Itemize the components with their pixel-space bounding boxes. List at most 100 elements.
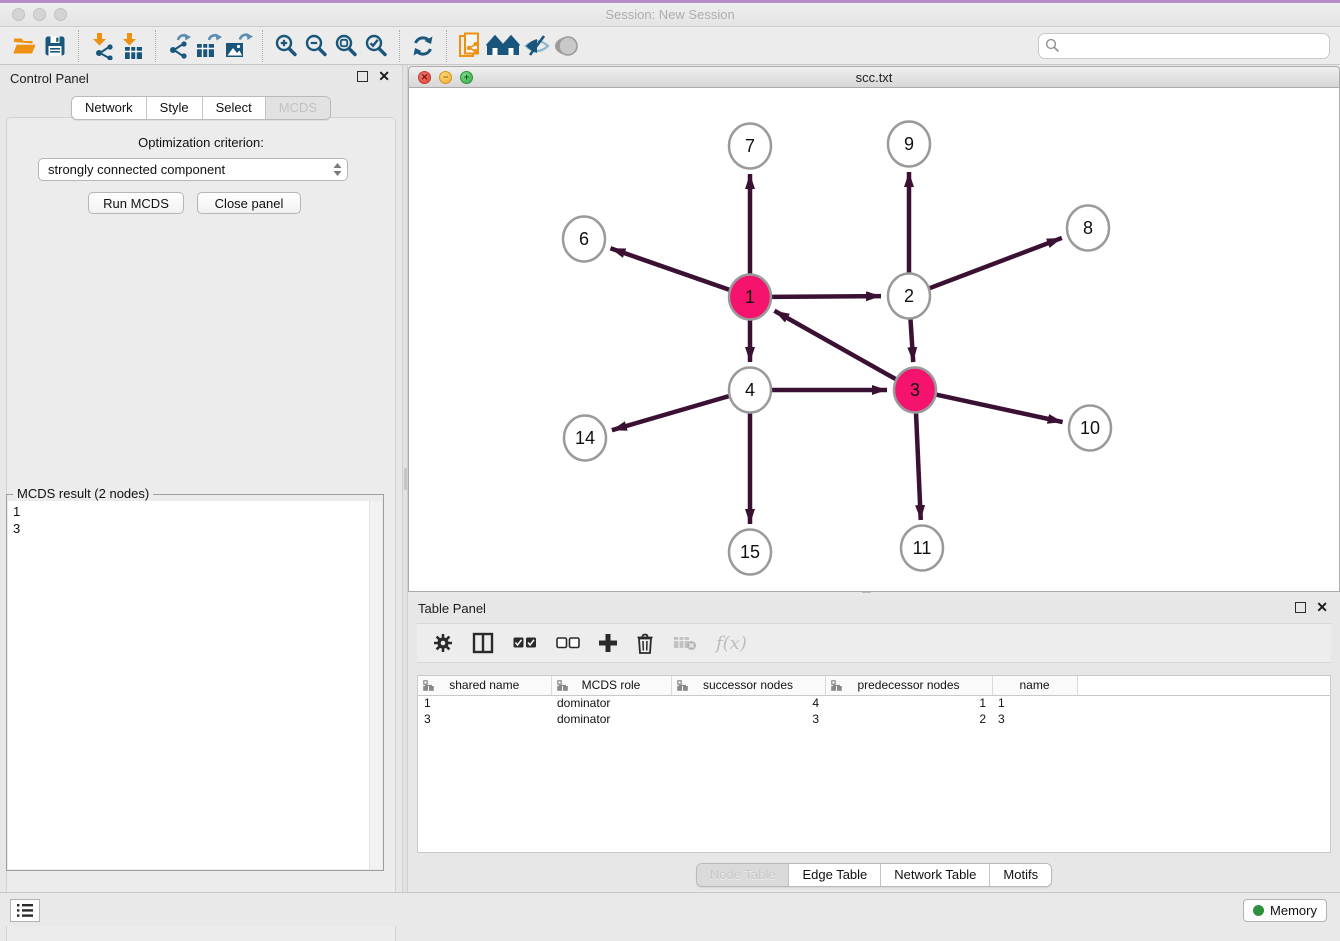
close-panel-button[interactable]: Close panel (197, 192, 301, 214)
mcds-result-scrollbar[interactable] (369, 501, 382, 869)
gear-icon (433, 633, 453, 653)
search-box[interactable] (1038, 33, 1330, 59)
save-session-button[interactable] (40, 30, 70, 62)
table-cell[interactable]: 3 (418, 711, 551, 727)
tab-edge-table[interactable]: Edge Table (789, 864, 881, 886)
column-settings-button[interactable] (433, 633, 453, 653)
tab-style[interactable]: Style (147, 97, 203, 119)
graph-node-14[interactable]: 14 (564, 416, 606, 461)
column-header-MCDS-role[interactable]: MCDS role (551, 676, 671, 695)
table-cell[interactable]: dominator (551, 695, 671, 711)
column-header-predecessor-nodes[interactable]: predecessor nodes (825, 676, 992, 695)
graph-edge-1-2[interactable] (772, 296, 881, 297)
clone-network-button[interactable] (455, 30, 485, 62)
graph-node-4[interactable]: 4 (729, 368, 771, 413)
tab-network-table[interactable]: Network Table (881, 864, 990, 886)
tab-motifs[interactable]: Motifs (990, 864, 1051, 886)
table-cell[interactable]: 3 (671, 711, 825, 727)
search-input[interactable] (1064, 38, 1323, 53)
graph-node-10[interactable]: 10 (1069, 406, 1111, 451)
graph-edge-3-1[interactable] (774, 311, 895, 379)
toolbar-separator (399, 30, 400, 62)
graph-node-6[interactable]: 6 (563, 217, 605, 262)
column-header-label: successor nodes (703, 678, 793, 692)
export-table-button[interactable] (194, 30, 224, 62)
graph-edge-3-10[interactable] (936, 395, 1062, 422)
import-network-button[interactable] (87, 30, 117, 62)
minimize-network-button[interactable]: − (439, 71, 452, 84)
zoom-out-button[interactable] (301, 30, 331, 62)
show-all-button[interactable] (553, 30, 583, 62)
mcds-result-textarea[interactable]: 1 3 (8, 501, 382, 869)
graph-node-3[interactable]: 3 (894, 368, 936, 413)
table-cell[interactable]: 2 (825, 711, 992, 727)
criterion-dropdown[interactable]: strongly connected component (38, 158, 348, 181)
hide-selected-button[interactable] (523, 30, 553, 62)
network-canvas[interactable]: 7 9 6 8 1 2 4 3 14 10 15 11 (408, 88, 1340, 592)
mcds-result-group: MCDS result (2 nodes) 1 3 (6, 494, 384, 871)
memory-button[interactable]: Memory (1243, 899, 1327, 922)
graph-node-15[interactable]: 15 (729, 530, 771, 575)
export-image-button[interactable] (224, 30, 254, 62)
splitter-handle[interactable] (404, 468, 407, 490)
graph-edge-1-6[interactable] (610, 248, 729, 290)
deselect-all-rows-button[interactable] (556, 637, 580, 649)
zoom-fit-button[interactable] (331, 30, 361, 62)
graph-edge-2-3[interactable] (910, 318, 913, 362)
open-session-button[interactable] (10, 30, 40, 62)
select-all-rows-button[interactable] (513, 637, 537, 649)
delete-table-button[interactable] (673, 635, 697, 651)
table-filler (1077, 711, 1330, 727)
add-column-button[interactable] (599, 634, 617, 652)
delete-column-button[interactable] (636, 633, 654, 654)
task-history-button[interactable] (10, 899, 40, 922)
table-cell[interactable]: 1 (825, 695, 992, 711)
network-window-titlebar[interactable]: ✕ − + scc.txt (408, 66, 1340, 88)
zoom-in-button[interactable] (271, 30, 301, 62)
tab-mcds[interactable]: MCDS (266, 97, 330, 119)
tab-select[interactable]: Select (203, 97, 266, 119)
export-network-button[interactable] (164, 30, 194, 62)
column-header-shared-name[interactable]: shared name (418, 676, 551, 695)
column-header-name[interactable]: name (992, 676, 1077, 695)
zoom-selected-button[interactable] (361, 30, 391, 62)
tab-network[interactable]: Network (72, 97, 147, 119)
table-cell[interactable]: 1 (992, 695, 1077, 711)
graph-node-label: 10 (1080, 418, 1100, 438)
table-panel: Table Panel ✕ f(x) shared nameMCDS roles… (408, 596, 1340, 890)
graph-node-label: 4 (745, 380, 755, 400)
table-cell[interactable]: 3 (992, 711, 1077, 727)
graph-node-1[interactable]: 1 (729, 275, 771, 320)
import-table-button[interactable] (117, 30, 147, 62)
maximize-network-button[interactable]: + (460, 71, 473, 84)
table-panel-header: Table Panel (408, 596, 1340, 620)
column-header-successor-nodes[interactable]: successor nodes (671, 676, 825, 695)
close-network-button[interactable]: ✕ (418, 71, 431, 84)
node-table: shared nameMCDS role successor nodes prede… (418, 676, 1330, 727)
float-panel-icon[interactable] (1295, 602, 1306, 613)
table-row[interactable]: 3dominator323 (418, 711, 1330, 727)
graph-node-7[interactable]: 7 (729, 124, 771, 169)
table-filler (1077, 676, 1330, 695)
graph-edge-4-14[interactable] (612, 396, 729, 430)
graph-node-11[interactable]: 11 (901, 526, 943, 571)
run-mcds-button[interactable]: Run MCDS (88, 192, 184, 214)
table-cell[interactable]: dominator (551, 711, 671, 727)
graph-edge-3-11[interactable] (916, 412, 921, 520)
float-panel-icon[interactable] (357, 71, 368, 82)
table-cell[interactable]: 4 (671, 695, 825, 711)
close-panel-icon[interactable]: ✕ (378, 71, 390, 82)
apply-layout-button[interactable] (408, 30, 438, 62)
home-button[interactable] (485, 30, 523, 62)
table-cell[interactable]: 1 (418, 695, 551, 711)
tab-node-table[interactable]: Node Table (697, 864, 790, 886)
graph-node-2[interactable]: 2 (888, 274, 930, 319)
graph-edge-2-8[interactable] (930, 238, 1062, 288)
graph-node-8[interactable]: 8 (1067, 206, 1109, 251)
table-row[interactable]: 1dominator411 (418, 695, 1330, 711)
graph-node-9[interactable]: 9 (888, 122, 930, 167)
column-tree-icon (557, 680, 568, 691)
split-panel-button[interactable] (472, 632, 494, 654)
function-builder-button[interactable]: f(x) (716, 633, 747, 654)
close-panel-icon[interactable]: ✕ (1316, 602, 1328, 613)
